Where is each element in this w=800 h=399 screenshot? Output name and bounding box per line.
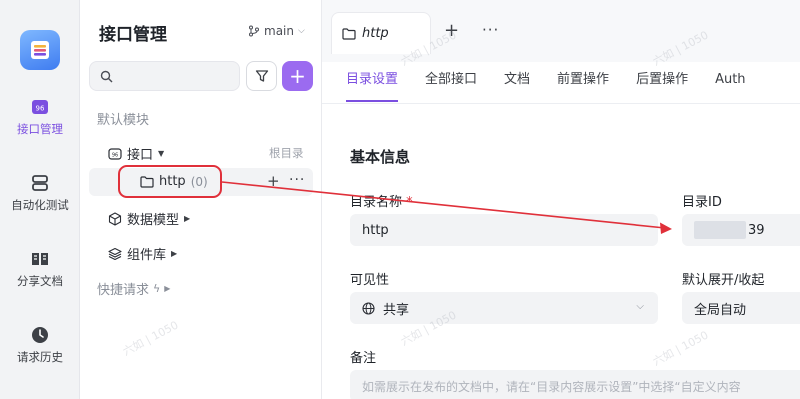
chevron-down-icon: ⌵ (636, 301, 644, 312)
tab-post-processors[interactable]: 后置操作 (636, 66, 688, 102)
expand-value: 全局自动 (694, 302, 747, 318)
tree-node-label: 组件库 (127, 248, 167, 263)
quick-requests[interactable]: 快捷请求 ϟ ▶ (97, 279, 170, 298)
dir-name-value: http (362, 222, 389, 238)
section-title: 基本信息 (350, 148, 411, 166)
note-placeholder: 如需展示在发布的文档中，请在“目录内容展示设置”中选择“自定义内容 (362, 379, 741, 394)
tab-http[interactable]: http (331, 12, 431, 54)
dir-id-field: 39 (682, 214, 800, 246)
layers-icon (108, 247, 122, 260)
tab-docs[interactable]: 文档 (504, 66, 530, 102)
tree-node-api[interactable]: 96 接口 ▼ (108, 144, 164, 163)
tree-node-label: 接口 (127, 148, 154, 163)
folder-icon (140, 175, 154, 188)
search-box (89, 61, 240, 91)
row-add-button[interactable]: + (267, 172, 280, 190)
branch-name: main (264, 24, 294, 38)
visibility-select[interactable]: 共享 ⌵ (350, 292, 658, 324)
row-more-button[interactable]: ··· (289, 172, 305, 188)
root-dir-hint: 根目录 (269, 146, 304, 160)
tab-directory-settings[interactable]: 目录设置 (346, 66, 399, 102)
tab-all-apis[interactable]: 全部接口 (425, 66, 477, 102)
rail-item-api-management[interactable]: 96 接口管理 (0, 97, 80, 137)
folder-icon (342, 27, 356, 40)
api-icon: 96 (32, 100, 48, 114)
expand-label: 默认展开/收起 (682, 273, 765, 288)
rail-item-label: 请求历史 (17, 350, 63, 364)
dir-name-label: 目录名称 * (350, 191, 413, 210)
caret-right-icon: ▶ (164, 284, 171, 293)
lightning-icon: ϟ (153, 282, 161, 295)
expand-select[interactable]: 全局自动 (682, 292, 800, 324)
app-logo-icon (31, 41, 49, 59)
branch-icon (249, 25, 259, 37)
search-icon (100, 70, 113, 83)
book-icon (32, 253, 48, 265)
note-field[interactable]: 如需展示在发布的文档中，请在“目录内容展示设置”中选择“自定义内容 (350, 370, 800, 399)
divider (322, 103, 800, 104)
rail-item-share-docs[interactable]: 分享文档 (0, 249, 80, 289)
tab-bar: http + ··· (322, 0, 800, 62)
rail-item-label: 分享文档 (17, 274, 63, 288)
dir-id-value: 39 (748, 222, 765, 238)
globe-icon (362, 301, 375, 315)
rail-item-label: 接口管理 (17, 122, 63, 136)
svg-text:96: 96 (36, 105, 45, 113)
app-logo[interactable] (20, 30, 60, 70)
quick-requests-label: 快捷请求 (97, 283, 150, 298)
dir-name-field[interactable]: http (350, 214, 658, 246)
new-tab-button[interactable]: + (444, 20, 459, 41)
panel-title: 接口管理 (99, 25, 167, 45)
rail-item-label: 自动化测试 (11, 198, 69, 212)
plus-icon: + (289, 64, 306, 88)
caret-down-icon: ▼ (158, 149, 165, 158)
caret-right-icon: ▶ (171, 249, 178, 258)
tree-node-schemas[interactable]: 数据模型 ▶ (108, 209, 190, 228)
folder-name: http (159, 174, 186, 189)
tab-pre-processors[interactable]: 前置操作 (557, 66, 609, 102)
tab-auth[interactable]: Auth (715, 66, 745, 102)
filter-icon (255, 70, 268, 82)
branch-selector[interactable]: main ⌵ (248, 24, 305, 38)
tree-node-components[interactable]: 组件库 ▶ (108, 244, 177, 263)
chevron-down-icon: ⌵ (297, 26, 305, 36)
default-module[interactable]: 默认模块 (97, 109, 149, 128)
caret-right-icon: ▶ (184, 214, 191, 223)
dir-name-label-text: 目录名称 (350, 195, 403, 210)
folder-count: (0) (190, 174, 208, 189)
api-icon: 96 (108, 147, 122, 160)
dir-id-label: 目录ID (682, 195, 722, 210)
visibility-value: 共享 (383, 302, 410, 318)
clock-icon (32, 327, 48, 343)
tab-label: http (362, 26, 389, 41)
main-panel: http + ··· 目录设置 全部接口 文档 前置操作 后置操作 Auth 基… (322, 0, 800, 399)
left-rail: 96 接口管理 自动化测试 分享文档 请求历史 (0, 0, 80, 399)
tab-more-button[interactable]: ··· (482, 21, 499, 39)
required-mark: * (406, 195, 413, 210)
visibility-label: 可见性 (350, 273, 390, 288)
rail-item-request-history[interactable]: 请求历史 (0, 325, 80, 365)
automation-icon (32, 175, 48, 191)
cube-icon (108, 211, 122, 226)
note-label: 备注 (350, 351, 377, 366)
rail-item-automation[interactable]: 自动化测试 (0, 173, 80, 213)
tree-node-http[interactable]: http (0) (140, 174, 208, 189)
tree-node-label: 数据模型 (127, 213, 180, 228)
add-button[interactable]: + (282, 61, 313, 91)
tree-panel: 接口管理 main ⌵ + 默认模块 96 接口 ▼ 根目录 http (0) … (80, 0, 322, 399)
default-module-label: 默认模块 (97, 113, 150, 128)
svg-text:96: 96 (112, 152, 118, 158)
filter-button[interactable] (246, 61, 277, 91)
redacted-block (694, 221, 746, 239)
settings-tabs: 目录设置 全部接口 文档 前置操作 后置操作 Auth (346, 66, 773, 102)
